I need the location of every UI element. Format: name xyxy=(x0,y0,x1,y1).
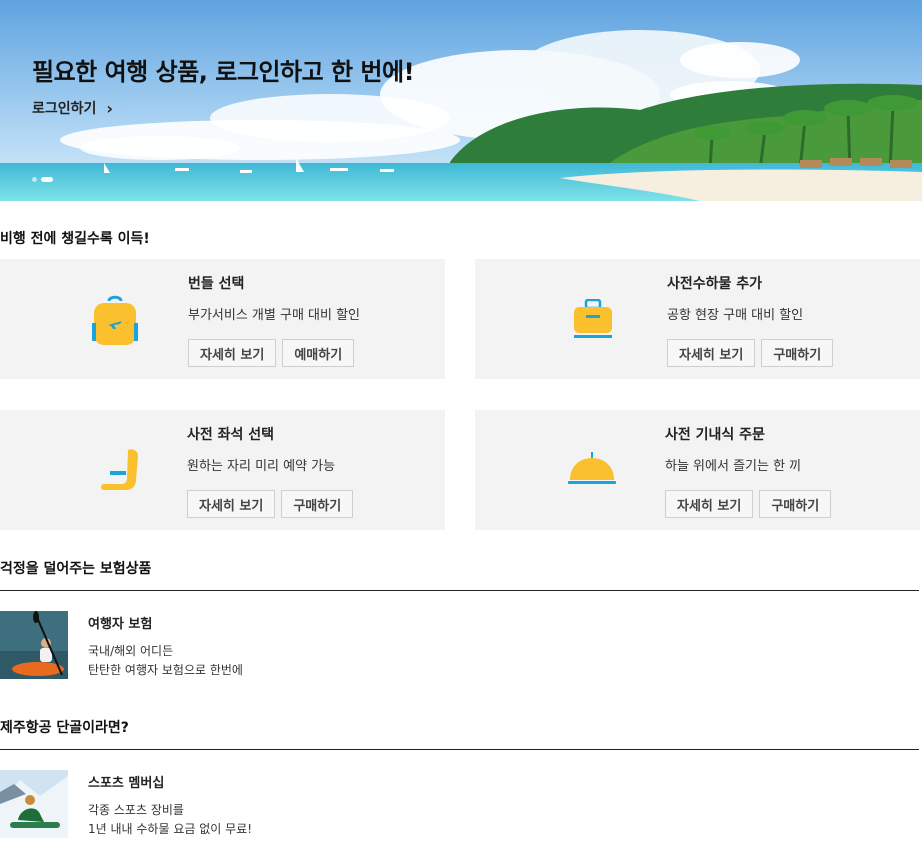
book-button[interactable]: 예매하기 xyxy=(282,339,355,367)
promo-title: 여행자 보험 xyxy=(88,617,153,632)
hero-banner[interactable]: 필요한 여행 상품, 로그인하고 한 번에! 로그인하기 › xyxy=(0,0,922,201)
promo-line: 각종 스포츠 장비를 xyxy=(88,803,184,817)
purchase-button[interactable]: 구매하기 xyxy=(759,490,832,518)
backpack-icon xyxy=(92,295,138,345)
card-title: 사전수하물 추가 xyxy=(667,276,763,292)
card-bundle: 번들 선택 부가서비스 개별 구매 대비 할인 자세히 보기 예매하기 xyxy=(0,259,445,379)
carousel-dot-2[interactable] xyxy=(41,177,53,182)
carousel-indicator xyxy=(32,177,53,182)
card-desc: 공항 현장 구매 대비 할인 xyxy=(667,308,804,323)
promo-sports-membership[interactable]: 스포츠 멤버십 각종 스포츠 장비를 1년 내내 수하물 요금 없이 무료! xyxy=(0,770,919,838)
seat-icon xyxy=(101,449,138,490)
snowboard-thumbnail xyxy=(0,770,68,838)
card-title: 번들 선택 xyxy=(188,276,245,292)
card-desc: 하늘 위에서 즐기는 한 끼 xyxy=(665,459,802,474)
section-title-insurance: 걱정을 덜어주는 보험상품 xyxy=(0,561,152,577)
section-divider xyxy=(0,590,919,591)
card-desc: 부가서비스 개별 구매 대비 할인 xyxy=(188,308,361,323)
section-title-membership: 제주항공 단골이라면? xyxy=(0,720,129,736)
meal-cloche-icon xyxy=(568,452,616,484)
card-baggage: 사전수하물 추가 공항 현장 구매 대비 할인 자세히 보기 구매하기 xyxy=(475,259,920,379)
details-button[interactable]: 자세히 보기 xyxy=(187,490,276,518)
promo-line: 탄탄한 여행자 보험으로 한번에 xyxy=(88,663,243,677)
suitcase-icon xyxy=(574,299,612,338)
details-button[interactable]: 자세히 보기 xyxy=(188,339,277,367)
card-desc: 원하는 자리 미리 예약 가능 xyxy=(187,459,336,474)
purchase-button[interactable]: 구매하기 xyxy=(761,339,834,367)
card-meal: 사전 기내식 주문 하늘 위에서 즐기는 한 끼 자세히 보기 구매하기 xyxy=(475,410,920,530)
hero-title: 필요한 여행 상품, 로그인하고 한 번에! xyxy=(32,58,415,86)
promo-line: 국내/해외 어디든 xyxy=(88,644,174,658)
promo-travel-insurance[interactable]: 여행자 보험 국내/해외 어디든 탄탄한 여행자 보험으로 한번에 xyxy=(0,611,919,679)
section-title-ancillary: 비행 전에 챙길수록 이득! xyxy=(0,231,150,247)
carousel-dot-1[interactable] xyxy=(32,177,37,182)
details-button[interactable]: 자세히 보기 xyxy=(665,490,754,518)
hero-login-link[interactable]: 로그인하기 › xyxy=(32,98,113,118)
promo-title: 스포츠 멤버십 xyxy=(88,776,165,791)
hero-login-label: 로그인하기 xyxy=(32,101,97,117)
chevron-right-icon: › xyxy=(106,98,113,118)
section-divider xyxy=(0,749,919,750)
details-button[interactable]: 자세히 보기 xyxy=(667,339,756,367)
kayak-thumbnail xyxy=(0,611,68,679)
card-title: 사전 기내식 주문 xyxy=(665,427,765,443)
promo-line: 1년 내내 수하물 요금 없이 무료! xyxy=(88,822,252,836)
card-seat: 사전 좌석 선택 원하는 자리 미리 예약 가능 자세히 보기 구매하기 xyxy=(0,410,445,530)
hero-beach-image xyxy=(0,0,922,201)
purchase-button[interactable]: 구매하기 xyxy=(281,490,354,518)
card-title: 사전 좌석 선택 xyxy=(187,427,275,443)
